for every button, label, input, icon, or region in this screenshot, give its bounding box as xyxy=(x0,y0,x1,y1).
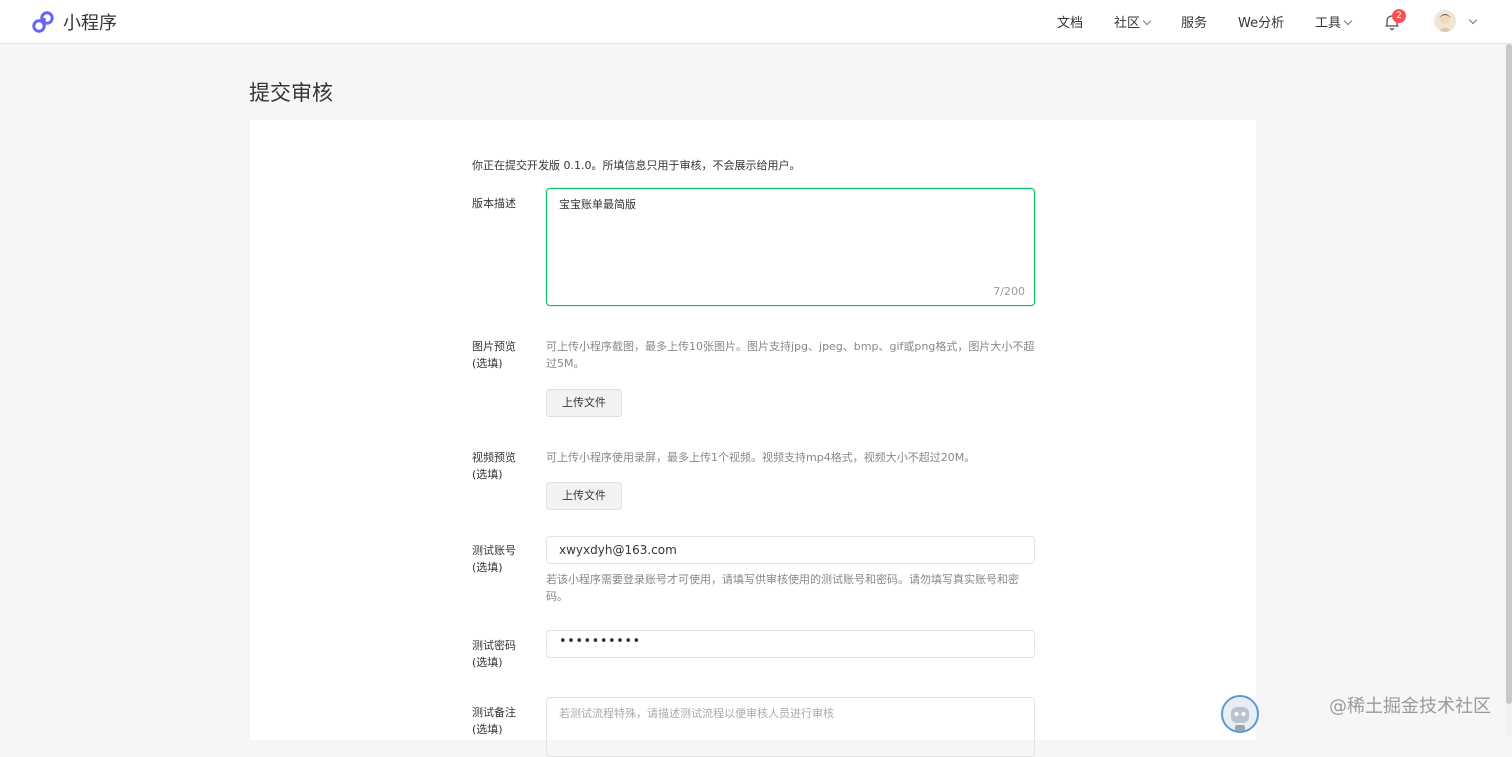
chevron-down-icon xyxy=(1142,16,1152,26)
test-notes-label-text: 测试备注 xyxy=(472,706,516,719)
video-preview-label: 视频预览 (选填) xyxy=(472,449,516,483)
image-preview-hint: 可上传小程序截图，最多上传10张图片。图片支持jpg、jpeg、bmp、gif或… xyxy=(546,340,1035,370)
nav-services[interactable]: 服务 xyxy=(1181,12,1207,31)
test-password-optional: (选填) xyxy=(472,656,503,669)
robot-face-icon xyxy=(1231,707,1249,731)
test-account-label-text: 测试账号 xyxy=(472,544,516,557)
image-preview-label: 图片预览 (选填) xyxy=(472,338,516,372)
description-value: 宝宝账单最简版 xyxy=(559,198,636,211)
character-counter: 7/200 xyxy=(993,285,1025,298)
avatar[interactable] xyxy=(1434,10,1456,32)
video-preview-label-text: 视频预览 xyxy=(472,451,516,464)
account-chevron-down-icon[interactable] xyxy=(1468,15,1478,25)
test-account-hint: 若该小程序需要登录账号才可使用，请填写供审核使用的测试账号和密码。请勿填写真实账… xyxy=(546,573,1019,603)
nav-tools[interactable]: 工具 xyxy=(1315,12,1353,31)
test-notes-label: 测试备注 (选填) xyxy=(472,704,516,738)
nav-tools-label: 工具 xyxy=(1315,16,1342,31)
test-account-value: xwyxdyh@163.com xyxy=(559,543,677,557)
image-preview-optional: (选填) xyxy=(472,357,503,370)
test-account-input[interactable]: xwyxdyh@163.com xyxy=(546,536,1035,564)
top-nav-bar: 小程序 文档 社区 服务 We分析 工具 2 xyxy=(0,0,1512,44)
avatar-image-icon xyxy=(1438,14,1452,32)
notification-badge: 2 xyxy=(1392,9,1406,23)
test-notes-textarea[interactable]: 若测试流程特殊，请描述测试流程以便审核人员进行审核 xyxy=(546,697,1035,757)
page-title: 提交审核 xyxy=(249,81,333,105)
scrollbar-thumb[interactable] xyxy=(1506,44,1512,704)
test-password-input[interactable]: •••••••••• xyxy=(546,630,1035,658)
brand-name: 小程序 xyxy=(63,13,117,34)
brand[interactable]: 小程序 xyxy=(30,9,117,35)
intro-text: 你正在提交开发版 0.1.0。所填信息只用于审核，不会展示给用户。 xyxy=(472,159,801,172)
mini-program-logo-icon xyxy=(32,11,54,33)
test-notes-placeholder: 若测试流程特殊，请描述测试流程以便审核人员进行审核 xyxy=(559,707,834,720)
nav-community[interactable]: 社区 xyxy=(1114,12,1152,31)
test-account-label: 测试账号 (选填) xyxy=(472,542,516,576)
nav-docs[interactable]: 文档 xyxy=(1057,12,1083,31)
test-password-value: •••••••••• xyxy=(559,634,641,649)
upload-image-button[interactable]: 上传文件 xyxy=(546,389,622,417)
floating-assistant-button[interactable] xyxy=(1221,695,1259,733)
video-preview-optional: (选填) xyxy=(472,468,503,481)
upload-video-button[interactable]: 上传文件 xyxy=(546,482,622,510)
nav-we-analysis[interactable]: We分析 xyxy=(1238,12,1284,31)
description-label: 版本描述 xyxy=(472,197,516,210)
watermark: @稀土掘金技术社区 xyxy=(1329,696,1491,717)
test-account-optional: (选填) xyxy=(472,561,503,574)
submit-review-form: 你正在提交开发版 0.1.0。所填信息只用于审核，不会展示给用户。 版本描述 宝… xyxy=(250,120,1256,757)
nav-community-label: 社区 xyxy=(1114,16,1141,31)
video-preview-hint: 可上传小程序使用录屏，最多上传1个视频。视频支持mp4格式，视频大小不超过20M… xyxy=(546,451,976,464)
image-preview-label-text: 图片预览 xyxy=(472,340,516,353)
test-password-label-text: 测试密码 xyxy=(472,639,516,652)
test-password-label: 测试密码 (选填) xyxy=(472,637,516,671)
chevron-down-icon xyxy=(1343,16,1353,26)
test-notes-optional: (选填) xyxy=(472,723,503,736)
description-textarea[interactable]: 宝宝账单最简版 7/200 xyxy=(546,188,1035,306)
